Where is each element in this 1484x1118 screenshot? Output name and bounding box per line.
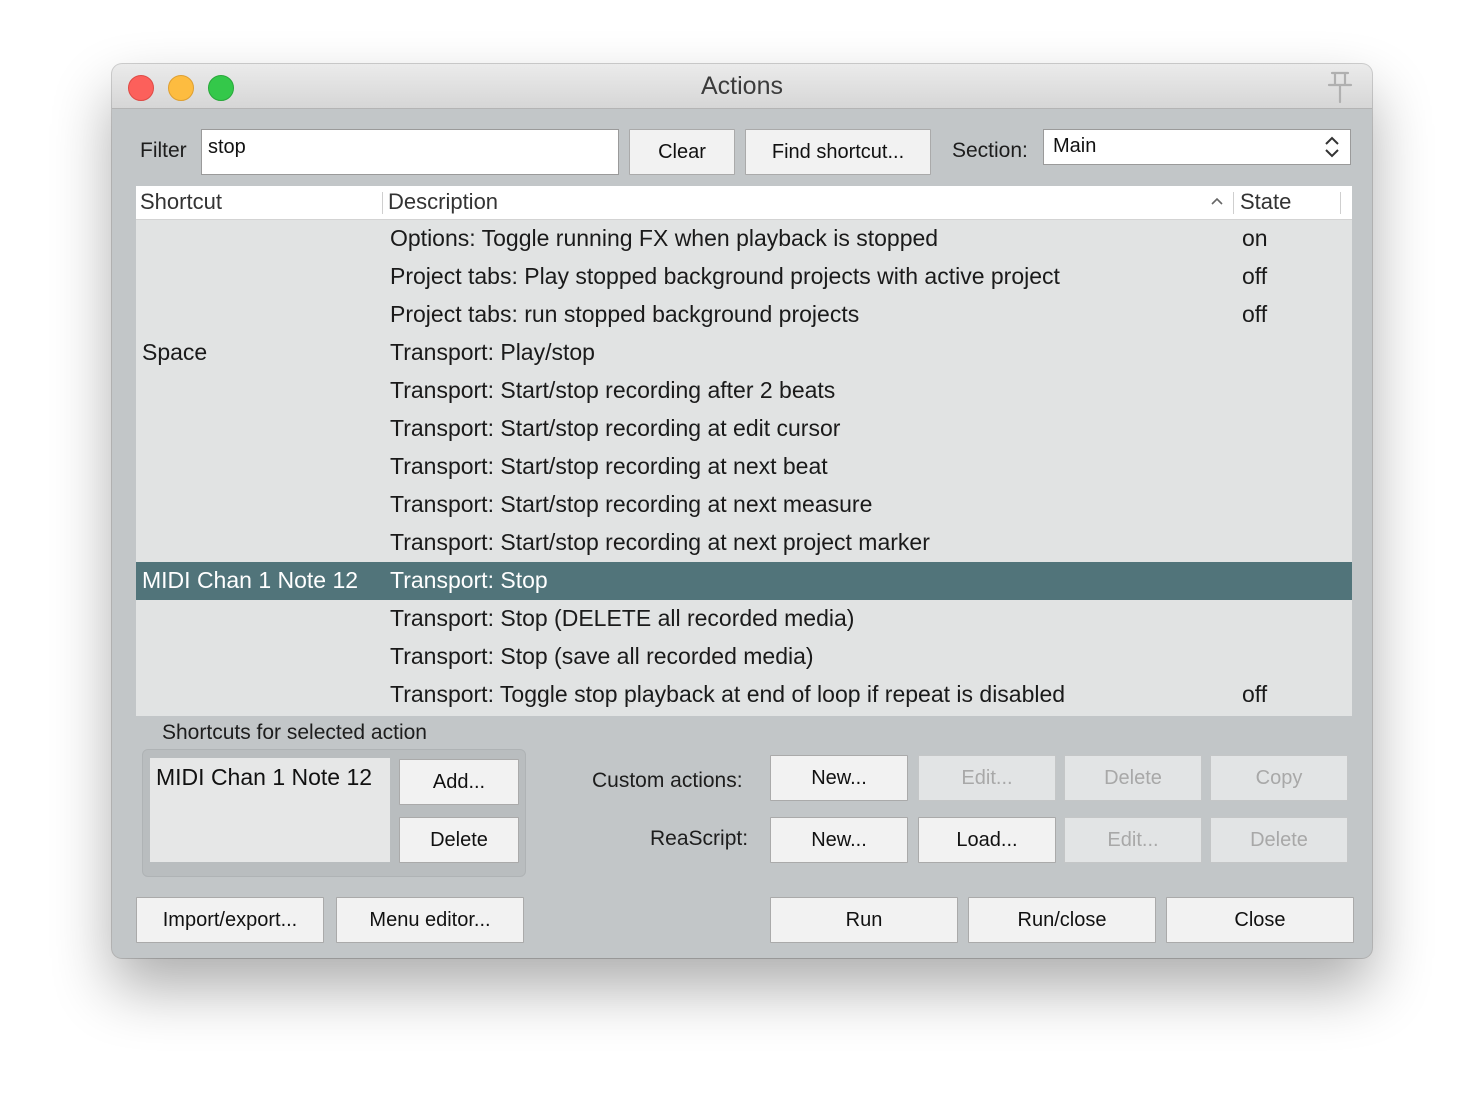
column-header-state[interactable]: State — [1240, 189, 1291, 215]
table-row-selected[interactable]: MIDI Chan 1 Note 12 Transport: Stop — [136, 562, 1352, 600]
reascript-edit-button[interactable]: Edit... — [1064, 817, 1202, 863]
column-divider[interactable] — [1233, 192, 1234, 214]
add-shortcut-button[interactable]: Add... — [399, 759, 519, 805]
shortcut-cell: MIDI Chan 1 Note 12 — [142, 567, 359, 593]
description-cell: Transport: Start/stop recording at next … — [390, 453, 828, 479]
table-row[interactable]: Transport: Start/stop recording at edit … — [136, 410, 1352, 448]
section-label: Section: — [952, 139, 1028, 162]
table-row[interactable]: Project tabs: Play stopped background pr… — [136, 258, 1352, 296]
run-button[interactable]: Run — [770, 897, 958, 943]
custom-actions-label: Custom actions: — [592, 769, 743, 792]
description-cell: Project tabs: Play stopped background pr… — [390, 263, 1060, 289]
reascript-load-button[interactable]: Load... — [918, 817, 1056, 863]
state-cell: on — [1242, 225, 1268, 251]
pin-icon[interactable] — [1324, 70, 1356, 104]
shortcuts-panel-title: Shortcuts for selected action — [162, 721, 427, 744]
description-cell: Transport: Stop — [390, 567, 548, 593]
custom-action-copy-button[interactable]: Copy — [1210, 755, 1348, 801]
clear-button[interactable]: Clear — [629, 129, 735, 175]
table-row[interactable]: Transport: Stop (save all recorded media… — [136, 638, 1352, 676]
reascript-delete-button[interactable]: Delete — [1210, 817, 1348, 863]
shortcut-cell: Space — [142, 339, 208, 365]
description-cell: Project tabs: run stopped background pro… — [390, 301, 860, 327]
actions-list[interactable]: Shortcut Description State Options: Togg… — [136, 186, 1352, 716]
description-cell: Transport: Stop (DELETE all recorded med… — [390, 605, 855, 631]
delete-shortcut-button[interactable]: Delete — [399, 817, 519, 863]
custom-action-delete-button[interactable]: Delete — [1064, 755, 1202, 801]
table-row[interactable]: Transport: Toggle stop playback at end o… — [136, 676, 1352, 714]
column-header-description[interactable]: Description — [388, 189, 498, 215]
state-cell: off — [1242, 301, 1268, 327]
list-header: Shortcut Description State — [136, 186, 1352, 220]
window-title: Actions — [701, 72, 783, 100]
column-header-shortcut[interactable]: Shortcut — [140, 189, 222, 215]
description-cell: Transport: Play/stop — [390, 339, 595, 365]
table-row[interactable]: Options: Toggle running FX when playback… — [136, 220, 1352, 258]
filter-input[interactable]: stop — [201, 129, 619, 175]
run-close-button[interactable]: Run/close — [968, 897, 1156, 943]
column-divider[interactable] — [382, 192, 383, 214]
table-row[interactable]: Space Transport: Play/stop — [136, 334, 1352, 372]
description-cell: Transport: Start/stop recording at edit … — [390, 415, 841, 441]
description-cell: Options: Toggle running FX when playback… — [390, 225, 939, 251]
reascript-new-button[interactable]: New... — [770, 817, 908, 863]
section-select-value: Main — [1053, 135, 1097, 157]
custom-action-new-button[interactable]: New... — [770, 755, 908, 801]
filter-label: Filter — [140, 139, 187, 162]
reascript-label: ReaScript: — [650, 827, 749, 850]
sort-ascending-icon — [1211, 197, 1223, 205]
table-row[interactable]: Transport: Start/stop recording after 2 … — [136, 372, 1352, 410]
state-cell: off — [1242, 263, 1268, 289]
description-cell: Transport: Start/stop recording after 2 … — [390, 377, 836, 403]
import-export-button[interactable]: Import/export... — [136, 897, 324, 943]
chevron-up-down-icon — [1325, 136, 1339, 158]
shortcut-list-item[interactable]: MIDI Chan 1 Note 12 — [156, 764, 372, 791]
actions-window: Actions Filter stop Clear Find shortcut.… — [112, 64, 1372, 958]
shortcuts-list[interactable]: MIDI Chan 1 Note 12 — [150, 758, 390, 862]
title-bar: Actions — [112, 64, 1372, 109]
menu-editor-button[interactable]: Menu editor... — [336, 897, 524, 943]
description-cell: Transport: Start/stop recording at next … — [390, 529, 930, 555]
find-shortcut-button[interactable]: Find shortcut... — [745, 129, 931, 175]
table-row[interactable]: Project tabs: run stopped background pro… — [136, 296, 1352, 334]
table-row[interactable]: Transport: Start/stop recording at next … — [136, 448, 1352, 486]
table-row[interactable]: Transport: Start/stop recording at next … — [136, 524, 1352, 562]
description-cell: Transport: Start/stop recording at next … — [390, 491, 873, 517]
description-cell: Transport: Toggle stop playback at end o… — [390, 681, 1066, 707]
description-cell: Transport: Stop (save all recorded media… — [390, 643, 814, 669]
section-select[interactable]: Main — [1043, 129, 1351, 165]
table-row[interactable]: Transport: Stop (DELETE all recorded med… — [136, 600, 1352, 638]
column-divider[interactable] — [1340, 192, 1341, 214]
table-row[interactable]: Transport: Start/stop recording at next … — [136, 486, 1352, 524]
close-button[interactable]: Close — [1166, 897, 1354, 943]
state-cell: off — [1242, 681, 1268, 707]
custom-action-edit-button[interactable]: Edit... — [918, 755, 1056, 801]
